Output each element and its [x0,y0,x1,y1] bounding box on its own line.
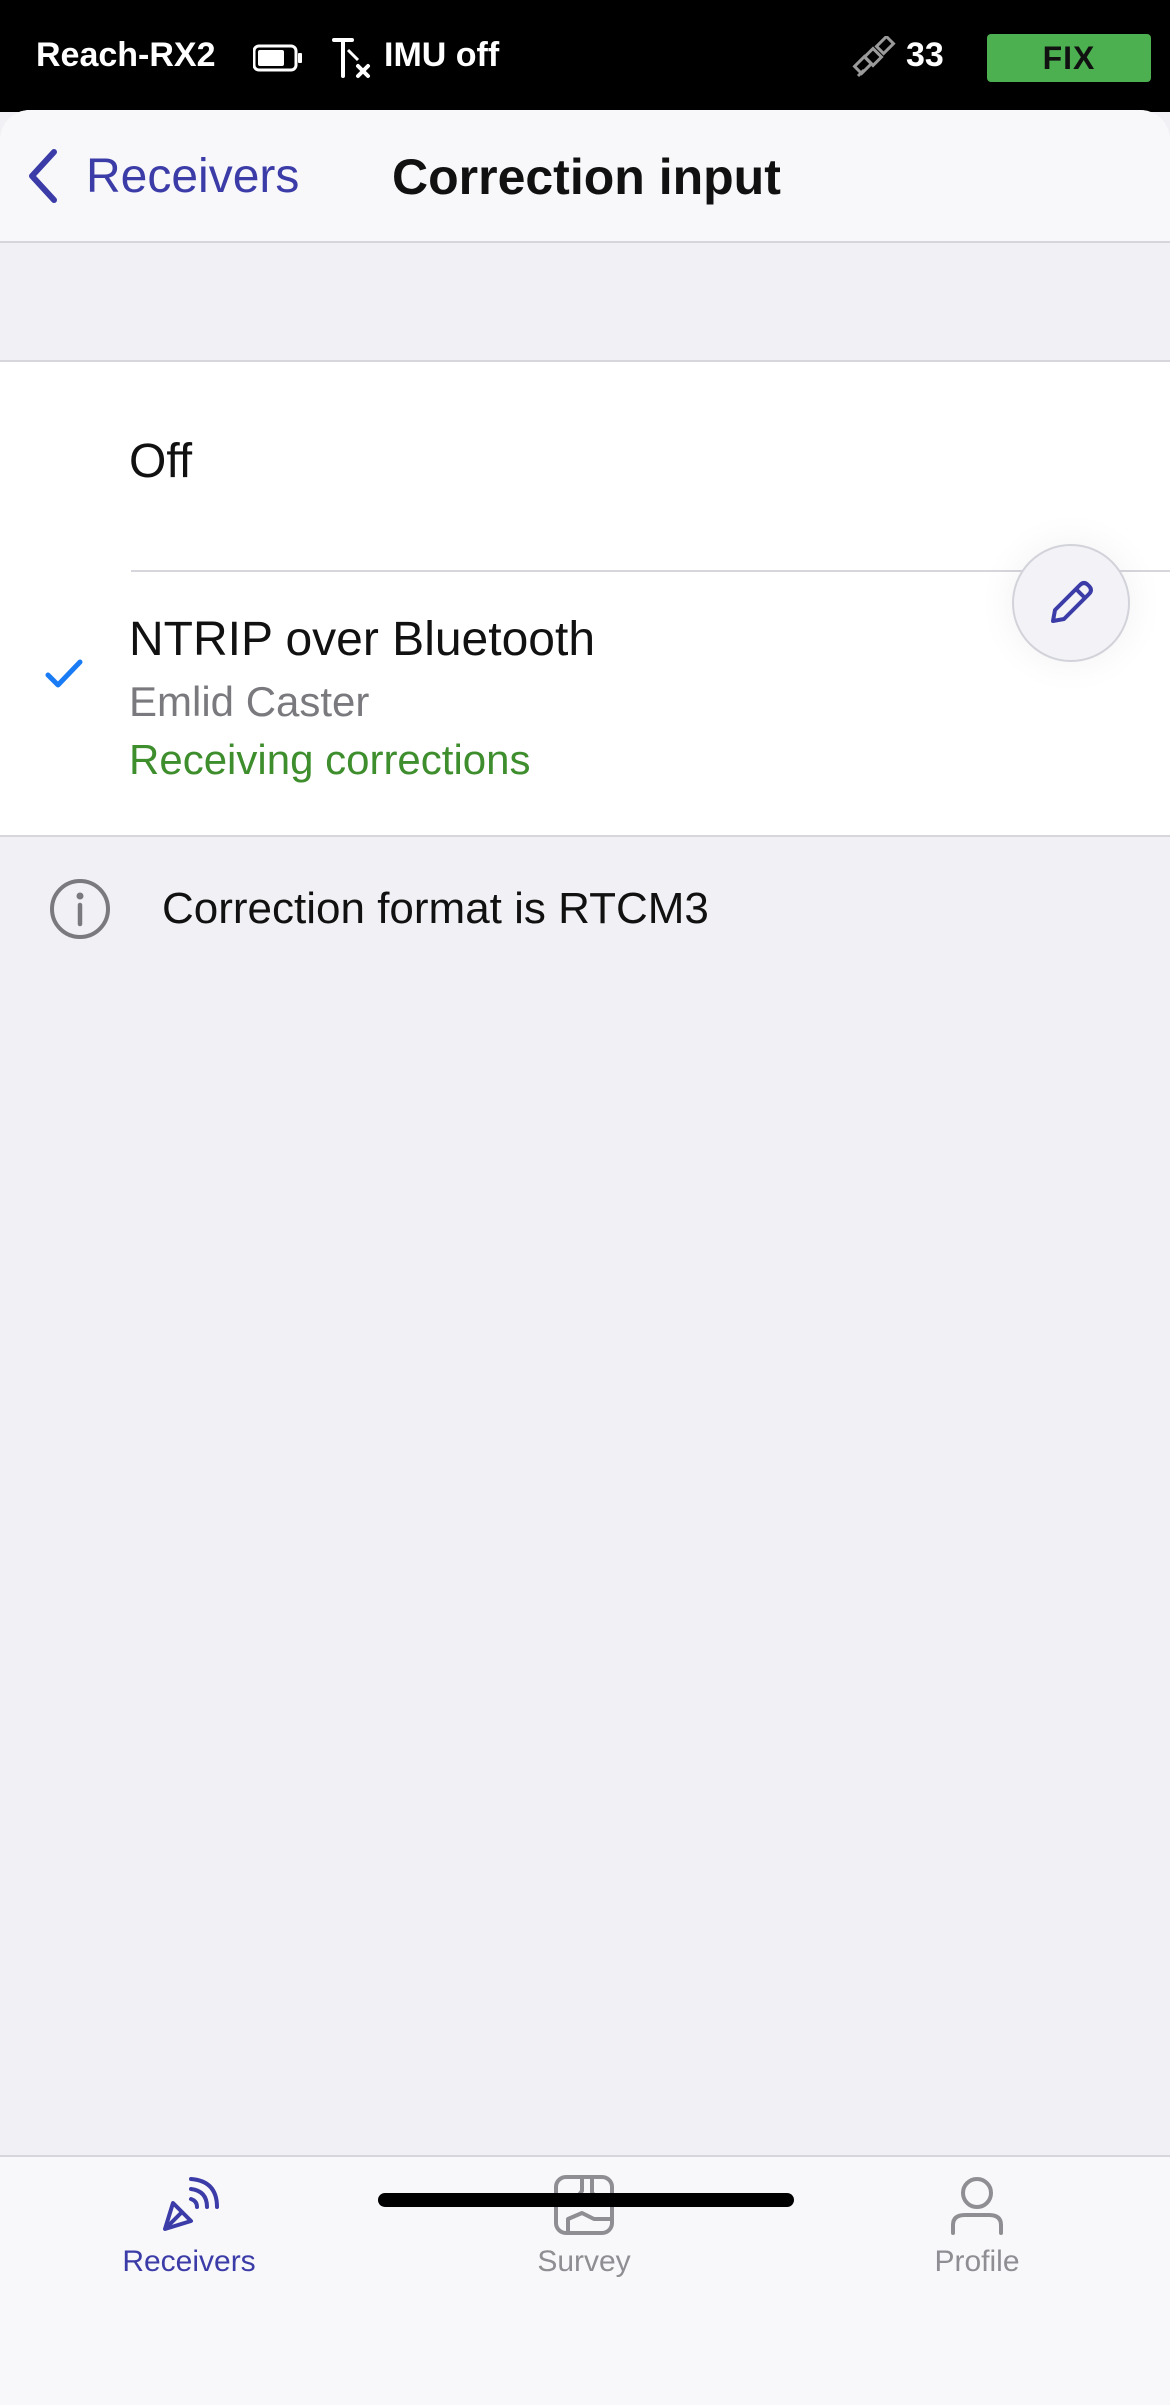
back-label: Receivers [86,149,300,203]
correction-options-list: Off NTRIP over Bluetooth Emlid Caster Re… [0,360,1170,837]
tab-profile[interactable]: Profile [867,2173,1087,2323]
satellite-icon [852,34,896,85]
info-row: Correction format is RTCM3 [48,877,709,941]
satellite-count: 33 [906,36,944,74]
imu-label: IMU off [384,36,500,74]
info-text: Correction format is RTCM3 [162,884,709,933]
status-bar: Reach-RX2 IMU off 33 FIX [0,0,1170,112]
page-title: Correction input [392,149,781,205]
option-ntrip-subtitle: Emlid Caster [129,678,370,725]
fix-badge: FIX [987,34,1151,82]
option-off[interactable]: Off [0,362,1170,570]
profile-icon [951,2177,1003,2235]
tab-receivers-label: Receivers [122,2245,256,2278]
home-indicator [378,2193,794,2207]
option-ntrip-bluetooth[interactable]: NTRIP over Bluetooth Emlid Caster Receiv… [0,572,1170,837]
screen: Receivers Correction input Off NTRIP ove… [0,110,1170,2405]
info-icon [50,879,110,939]
pencil-icon [1051,581,1093,623]
battery-icon [252,44,303,77]
tab-profile-label: Profile [934,2245,1020,2278]
option-ntrip-title: NTRIP over Bluetooth [129,613,596,666]
imu-off-icon [330,36,372,85]
edit-button[interactable] [1012,544,1130,662]
navigation-bar: Receivers Correction input [0,110,1170,243]
tab-bar: Receivers Survey Profile [0,2155,1170,2405]
checkmark-icon [44,658,84,695]
receivers-icon [163,2177,219,2231]
option-ntrip-status: Receiving corrections [129,736,531,783]
back-button[interactable]: Receivers [22,146,299,206]
tab-survey-label: Survey [537,2245,631,2278]
chevron-left-icon [29,149,57,203]
tab-receivers[interactable]: Receivers [79,2173,299,2323]
device-name: Reach-RX2 [36,36,216,74]
option-off-label: Off [129,435,193,488]
